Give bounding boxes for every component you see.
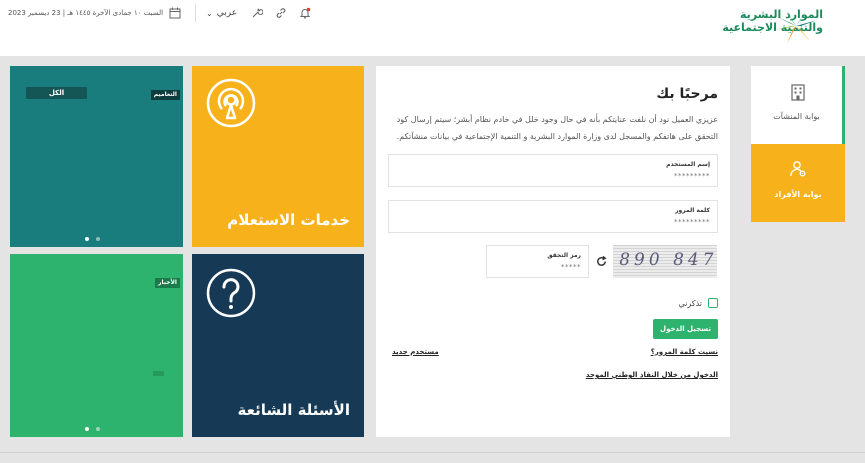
- inquiry-services-tile[interactable]: خدمات الاستعلام: [192, 66, 364, 247]
- establishments-portal-label: بوابة المنشآت: [773, 112, 820, 121]
- username-label: إسم المستخدم: [666, 161, 710, 168]
- news-tile[interactable]: الأخبار: [10, 254, 183, 437]
- footer-divider: [0, 452, 865, 453]
- language-selector[interactable]: ⌄ عربي: [206, 8, 237, 18]
- carousel-dot[interactable]: [85, 237, 89, 241]
- carousel-dots[interactable]: [85, 427, 100, 431]
- login-button[interactable]: تسجيل الدخول: [653, 319, 718, 339]
- faq-tile[interactable]: الأسئلة الشائعة: [192, 254, 364, 437]
- intro-text: عزيزي العميل نود أن نلفت عنايتكم بأنه في…: [396, 115, 718, 141]
- news-placeholder: [153, 371, 164, 376]
- establishments-portal-tab[interactable]: بوابة المنشآت: [751, 66, 845, 144]
- carousel-dot[interactable]: [96, 237, 100, 241]
- header-tools: السبت ١٠ جمادى الآخرة ١٤٤٥ هـ | 23 ديسمب…: [8, 2, 323, 24]
- captcha-image-text: 890 847: [617, 250, 717, 270]
- remember-checkbox[interactable]: [708, 298, 718, 308]
- new-user-link[interactable]: مستخدم جديد: [392, 348, 439, 356]
- username-field[interactable]: إسم المستخدم *********: [388, 154, 718, 187]
- refresh-icon[interactable]: [595, 255, 608, 268]
- header-date: السبت ١٠ جمادى الآخرة ١٤٤٥ هـ | 23 ديسمب…: [8, 9, 164, 17]
- forgot-password-link[interactable]: نسيت كلمة المرور؟: [651, 348, 718, 356]
- remember-me[interactable]: تذكرني: [678, 298, 718, 308]
- news-badge: الأخبار: [154, 278, 180, 288]
- individuals-portal-label: بوابة الأفراد: [774, 190, 822, 199]
- individuals-portal-tab[interactable]: بوابة الأفراد: [751, 144, 845, 222]
- broadcast-icon: [206, 78, 256, 128]
- faq-title: الأسئلة الشائعة: [237, 401, 351, 419]
- calendar-icon[interactable]: [169, 7, 181, 19]
- remember-label: تذكرني: [678, 298, 702, 308]
- circulars-tile[interactable]: الكل التعاميم: [10, 66, 183, 247]
- user-settings-icon: [790, 161, 806, 177]
- captcha-image: 890 847: [613, 245, 717, 278]
- captcha-label: رمز التحقق: [547, 252, 581, 259]
- chevron-down-icon: ⌄: [206, 8, 213, 18]
- login-card: مرحبًا بك عزيزي العميل نود أن نلفت عنايت…: [376, 66, 730, 437]
- building-icon: [791, 84, 805, 101]
- circulars-badge: التعاميم: [150, 90, 180, 100]
- password-field[interactable]: كلمة المرور *********: [388, 200, 718, 233]
- password-label: كلمة المرور: [675, 207, 710, 214]
- header-divider: [195, 4, 197, 22]
- all-filter-pill[interactable]: الكل: [26, 87, 87, 99]
- inquiry-services-title: خدمات الاستعلام: [227, 211, 350, 229]
- carousel-dot[interactable]: [85, 427, 89, 431]
- nafath-login-link[interactable]: الدخول من خلال النفاذ الوطني الموحد: [586, 371, 718, 379]
- welcome-heading: مرحبًا بك: [656, 86, 718, 102]
- tools-icon[interactable]: [251, 7, 264, 19]
- top-header: الموارد البشرية والتنمية الاجتماعية السب…: [0, 0, 865, 56]
- carousel-dot[interactable]: [96, 427, 100, 431]
- ministry-logo[interactable]: الموارد البشرية والتنمية الاجتماعية: [697, 6, 823, 46]
- carousel-dots[interactable]: [85, 237, 100, 241]
- language-label: عربي: [216, 8, 238, 18]
- logo-mark-icon: [775, 8, 817, 44]
- password-input[interactable]: *********: [674, 218, 710, 226]
- captcha-input[interactable]: *****: [561, 263, 581, 271]
- captcha-field[interactable]: رمز التحقق *****: [486, 245, 589, 278]
- notification-bell-icon[interactable]: [299, 7, 311, 19]
- link-icon[interactable]: [275, 7, 287, 19]
- username-input[interactable]: *********: [674, 172, 710, 180]
- question-icon: [206, 268, 256, 318]
